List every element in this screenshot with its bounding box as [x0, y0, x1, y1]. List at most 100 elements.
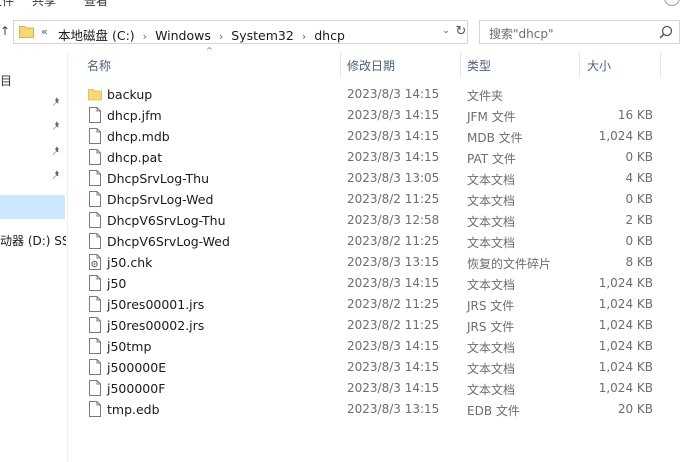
breadcrumb-local-disk[interactable]: 本地磁盘 (C:): [58, 25, 135, 44]
file-row[interactable]: DhcpV6SrvLog-Thu 2023/8/3 12:58 文本文档 2 KB: [78, 210, 668, 231]
file-row[interactable]: j50tmp 2023/8/3 14:15 文本文档 1,024 KB: [78, 336, 668, 357]
file-row[interactable]: j50res00002.jrs 2023/8/2 11:25 JRS 文件 1,024…: [78, 315, 668, 336]
ribbon-tab-file[interactable]: 文件: [0, 0, 14, 9]
file-row[interactable]: DhcpV6SrvLog-Wed 2023/8/2 11:25 文本文档 0 KB: [78, 231, 668, 252]
file-size: 0 KB: [625, 192, 653, 206]
search-placeholder: 搜索"dhcp": [489, 27, 554, 41]
column-divider[interactable]: [460, 52, 461, 77]
breadcrumb-windows[interactable]: Windows: [155, 28, 211, 43]
ribbon-tab-share[interactable]: 共享: [32, 0, 56, 9]
file-icon: [88, 191, 102, 207]
address-bar[interactable]: « 本地磁盘 (C:) › Windows › System32 › dhcp ⌄ ↻: [13, 20, 468, 44]
file-name[interactable]: dhcp.mdb: [107, 129, 170, 144]
file-row[interactable]: dhcp.jfm 2023/8/3 14:15 JFM 文件 16 KB: [78, 105, 668, 126]
file-name[interactable]: j50.chk: [107, 255, 152, 270]
pin-icon[interactable]: [50, 145, 62, 157]
file-name[interactable]: dhcp.pat: [107, 150, 162, 165]
navigation-pane: 目 动器 (D:) SSD: [0, 52, 66, 462]
file-size: 0 KB: [625, 234, 653, 248]
file-date: 2023/8/3 14:15: [347, 276, 440, 290]
up-arrow-icon[interactable]: ↑: [0, 24, 10, 40]
file-date: 2023/8/2 11:25: [347, 318, 440, 332]
file-row[interactable]: backup 2023/8/3 14:15 文件夹: [78, 84, 668, 105]
file-name[interactable]: j50res00002.jrs: [107, 318, 204, 333]
file-type: MDB 文件: [467, 131, 523, 145]
file-type: 文本文档: [467, 278, 516, 292]
file-size: 1,024 KB: [598, 339, 653, 353]
file-date: 2023/8/2 11:25: [347, 192, 440, 206]
file-row[interactable]: DhcpSrvLog-Wed 2023/8/2 11:25 文本文档 0 KB: [78, 189, 668, 210]
breadcrumb-overflow-icon[interactable]: «: [41, 25, 48, 38]
file-size: 16 KB: [617, 108, 653, 122]
file-row[interactable]: j50 2023/8/3 14:15 文本文档 1,024 KB: [78, 273, 668, 294]
file-date: 2023/8/3 12:58: [347, 213, 440, 227]
file-name[interactable]: dhcp.jfm: [107, 108, 162, 123]
refresh-icon[interactable]: ↻: [454, 24, 468, 40]
file-name[interactable]: j500000E: [107, 360, 166, 375]
file-name[interactable]: DhcpSrvLog-Wed: [107, 192, 213, 207]
breadcrumb-system32[interactable]: System32: [231, 28, 294, 43]
file-type: 文本文档: [467, 236, 516, 250]
pin-icon[interactable]: [50, 169, 62, 181]
ribbon-tab-view[interactable]: 查看: [84, 0, 108, 9]
nav-item-drive-d[interactable]: 动器 (D:) SSD: [0, 232, 66, 249]
column-divider[interactable]: [579, 52, 580, 77]
search-input[interactable]: 搜索"dhcp": [479, 20, 680, 44]
file-date: 2023/8/3 14:15: [347, 87, 440, 101]
file-name[interactable]: backup: [107, 87, 152, 102]
file-size: 8 KB: [625, 255, 653, 269]
file-type: PAT 文件: [467, 152, 516, 166]
file-row[interactable]: j50.chk 2023/8/3 13:15 恢复的文件碎片 8 KB: [78, 252, 668, 273]
column-header-row: ^ 名称 修改日期 类型 大小: [78, 46, 692, 77]
nav-item-partial[interactable]: 目: [0, 72, 12, 89]
file-row[interactable]: dhcp.pat 2023/8/3 14:15 PAT 文件 0 KB: [78, 147, 668, 168]
sort-ascending-icon: ^: [206, 46, 213, 55]
file-date: 2023/8/3 13:05: [347, 171, 440, 185]
file-type: JFM 文件: [467, 110, 516, 124]
breadcrumb-dhcp[interactable]: dhcp: [314, 28, 345, 43]
pane-divider[interactable]: [67, 52, 68, 462]
file-row[interactable]: tmp.edb 2023/8/3 13:15 EDB 文件 20 KB: [78, 399, 668, 420]
file-size: 1,024 KB: [598, 360, 653, 374]
pin-icon[interactable]: [50, 96, 62, 108]
file-size: 0 KB: [625, 150, 653, 164]
file-icon: [88, 317, 102, 333]
column-header-size[interactable]: 大小: [587, 57, 611, 74]
column-divider[interactable]: [340, 52, 341, 77]
file-row[interactable]: j500000F 2023/8/3 14:15 文本文档 1,024 KB: [78, 378, 668, 399]
file-name[interactable]: DhcpV6SrvLog-Wed: [107, 234, 230, 249]
file-row[interactable]: j500000E 2023/8/3 14:15 文本文档 1,024 KB: [78, 357, 668, 378]
column-header-date[interactable]: 修改日期: [347, 57, 395, 74]
file-row[interactable]: dhcp.mdb 2023/8/3 14:15 MDB 文件 1,024 KB: [78, 126, 668, 147]
address-history-dropdown-icon[interactable]: ⌄: [439, 26, 453, 38]
file-name[interactable]: DhcpV6SrvLog-Thu: [107, 213, 226, 228]
file-size: 1,024 KB: [598, 318, 653, 332]
chevron-right-icon[interactable]: ›: [302, 30, 306, 43]
column-header-type[interactable]: 类型: [467, 57, 491, 74]
file-type: 文本文档: [467, 383, 516, 397]
file-date: 2023/8/3 13:15: [347, 402, 440, 416]
search-icon[interactable]: [659, 25, 673, 39]
file-name[interactable]: j50tmp: [107, 339, 151, 354]
file-name[interactable]: tmp.edb: [107, 402, 160, 417]
folder-icon: [88, 86, 102, 102]
file-date: 2023/8/2 11:25: [347, 297, 440, 311]
pin-icon[interactable]: [50, 120, 62, 132]
chevron-right-icon[interactable]: ›: [143, 30, 147, 43]
chevron-right-icon[interactable]: ›: [219, 30, 223, 43]
file-date: 2023/8/3 14:15: [347, 108, 440, 122]
nav-item-selected[interactable]: [0, 195, 65, 219]
file-row[interactable]: DhcpSrvLog-Thu 2023/8/3 13:05 文本文档 4 KB: [78, 168, 668, 189]
column-header-name[interactable]: 名称: [87, 57, 111, 74]
file-date: 2023/8/3 14:15: [347, 381, 440, 395]
file-name[interactable]: DhcpSrvLog-Thu: [107, 171, 209, 186]
file-date: 2023/8/3 14:15: [347, 339, 440, 353]
file-icon: [88, 296, 102, 312]
file-row[interactable]: j50res00001.jrs 2023/8/2 11:25 JRS 文件 1,024…: [78, 294, 668, 315]
file-name[interactable]: j50: [107, 276, 126, 291]
file-size: 4 KB: [625, 171, 653, 185]
file-name[interactable]: j50res00001.jrs: [107, 297, 204, 312]
column-divider[interactable]: [660, 52, 661, 77]
ribbon-expand-icon[interactable]: ⌄: [664, 0, 680, 6]
file-name[interactable]: j500000F: [107, 381, 165, 396]
